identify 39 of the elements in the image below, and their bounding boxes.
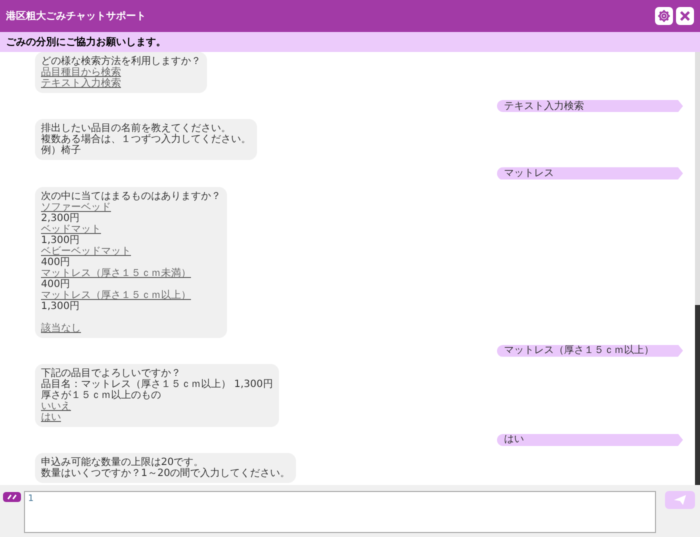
option-link[interactable]: ベビーベッドマット	[41, 246, 131, 256]
message-text: 400円	[41, 256, 72, 268]
option-link[interactable]: 品目種目から検索	[41, 67, 121, 78]
message-text: 次の中に当てはまるものはありますか？	[41, 190, 221, 202]
settings-icon	[657, 9, 671, 23]
message-text: 品目名：マットレス（厚さ１５ｃｍ以上） 1,300円	[41, 378, 273, 390]
message-text: 数量はいくつですか？1～20の間で入力してください。	[41, 468, 290, 479]
message-text: 1,300円	[41, 300, 81, 312]
option-link[interactable]: はい	[41, 412, 61, 423]
message-text: 下記の品目でよろしいですか？	[41, 368, 182, 379]
notice-text: ごみの分別にご協力お願いします。	[6, 36, 166, 50]
message-text: 申込み可能な数量の上限は20です。	[41, 457, 204, 468]
message-text: テキスト入力検索	[504, 100, 584, 112]
option-link[interactable]: いいえ	[41, 400, 71, 412]
scrollbar[interactable]	[695, 52, 700, 485]
message-text: どの様な検索方法を利用しますか？	[41, 56, 201, 67]
option-link[interactable]: 該当なし	[41, 322, 81, 334]
message-text: 複数ある場合は、１つずつ入力してください。	[41, 134, 251, 146]
send-icon	[674, 495, 686, 505]
message-text: 400円	[41, 278, 72, 290]
option-link[interactable]: マットレス（厚さ１５ｃｍ未満）	[41, 268, 191, 278]
message-text: はい	[504, 434, 524, 446]
message-text: 例）椅子	[41, 145, 82, 156]
settings-button[interactable]	[655, 7, 673, 25]
message-text: 1,300円	[41, 234, 81, 246]
message-text: マットレス（厚さ１５ｃｍ以上）	[504, 345, 654, 356]
option-link[interactable]: マットレス（厚さ１５ｃｍ以上）	[41, 290, 191, 300]
option-link[interactable]: ベッドマット	[41, 224, 101, 234]
message-input-field[interactable]: 1	[24, 491, 656, 533]
message-text: 厚さが１５ｃｍ以上のもの	[41, 390, 162, 401]
option-link[interactable]: ソファーベッド	[41, 202, 111, 212]
close-button[interactable]	[676, 7, 694, 25]
chat-icon	[3, 492, 21, 502]
option-link[interactable]: テキスト入力検索	[41, 78, 121, 89]
close-icon	[679, 10, 691, 22]
message-text: マットレス	[504, 168, 554, 179]
message-text: 排出したい品目の名前を教えてください。	[41, 123, 232, 134]
window-title: 港区粗大ごみチャットサポート	[6, 10, 147, 24]
message-text: 2,300円	[41, 212, 81, 224]
